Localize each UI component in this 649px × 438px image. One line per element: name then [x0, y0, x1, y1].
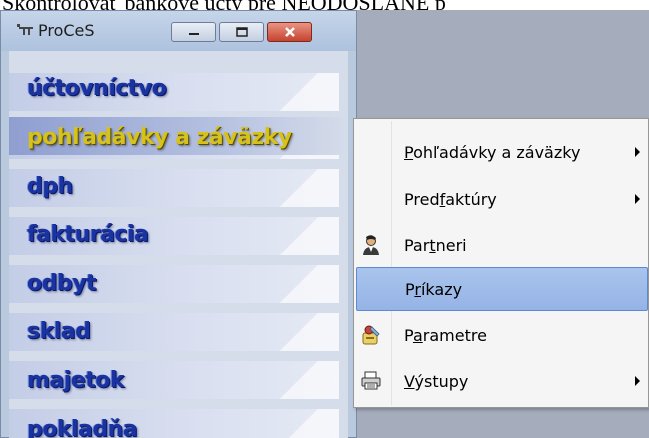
context-item-label: Pohľadávky a záväzky: [404, 142, 581, 162]
context-item-prikazy[interactable]: Príkazy: [356, 267, 648, 311]
context-menu: Pohľadávky a záväzky Predfaktúry Partner…: [353, 118, 649, 408]
label-rest: íkazy: [420, 279, 463, 299]
label-rest: neri: [435, 235, 467, 255]
maximize-icon: [235, 27, 248, 37]
window-title: ProCeS: [38, 21, 95, 40]
label-start: P: [405, 279, 415, 299]
label-rest: ohľadávky a záväzky: [413, 142, 581, 162]
submenu-arrow-icon: [635, 376, 640, 386]
minimize-button[interactable]: [171, 22, 216, 42]
app-window: ProCeS účtovníctvo pohľadávky a záväzky …: [0, 10, 357, 438]
main-menu-panel: účtovníctvo pohľadávky a záväzky dph fak…: [9, 51, 348, 438]
label-rest: ýstupy: [414, 371, 469, 391]
context-item-label: Výstupy: [404, 371, 469, 391]
app-logo-icon: [17, 24, 33, 35]
person-icon: [363, 235, 379, 255]
context-item-label: Partneri: [404, 235, 467, 255]
minimize-icon: [188, 33, 199, 35]
label-start: P: [404, 325, 413, 345]
context-item-vystupy[interactable]: Výstupy: [356, 359, 648, 403]
context-item-pohladavky-a-zavazky[interactable]: Pohľadávky a záväzky: [356, 130, 648, 174]
menu-item-pohladavky-a-zavazky[interactable]: pohľadávky a záväzky: [27, 125, 292, 150]
submenu-arrow-icon: [635, 147, 640, 157]
settings-icon: [362, 325, 380, 345]
title-bar[interactable]: ProCeS: [1, 11, 356, 51]
context-item-partneri[interactable]: Partneri: [356, 223, 648, 267]
menu-item-sklad[interactable]: sklad: [27, 319, 91, 344]
menu-item-odbyt[interactable]: odbyt: [27, 271, 96, 296]
context-item-predfaktury[interactable]: Predfaktúry: [356, 177, 648, 221]
close-button[interactable]: [267, 22, 312, 42]
maximize-button[interactable]: [219, 22, 264, 42]
menu-item-pokladna[interactable]: pokladňa: [27, 417, 138, 438]
label-rest: rametre: [422, 325, 487, 345]
menu-item-majetok[interactable]: majetok: [27, 368, 125, 393]
label-start: Pred: [404, 189, 440, 209]
menu-item-fakturacia[interactable]: fakturácia: [27, 222, 149, 247]
context-item-label: Príkazy: [405, 279, 463, 299]
printer-icon: [361, 371, 381, 390]
close-icon: [284, 27, 295, 37]
label-start: Par: [404, 235, 430, 255]
context-item-parametre[interactable]: Parametre: [356, 313, 648, 357]
submenu-arrow-icon: [635, 194, 640, 204]
menu-item-uctovnictvo[interactable]: účtovníctvo: [27, 76, 167, 101]
menu-item-dph[interactable]: dph: [27, 174, 73, 199]
context-item-label: Predfaktúry: [404, 189, 497, 209]
label-rest: aktúry: [445, 189, 497, 209]
context-item-label: Parametre: [404, 325, 487, 345]
